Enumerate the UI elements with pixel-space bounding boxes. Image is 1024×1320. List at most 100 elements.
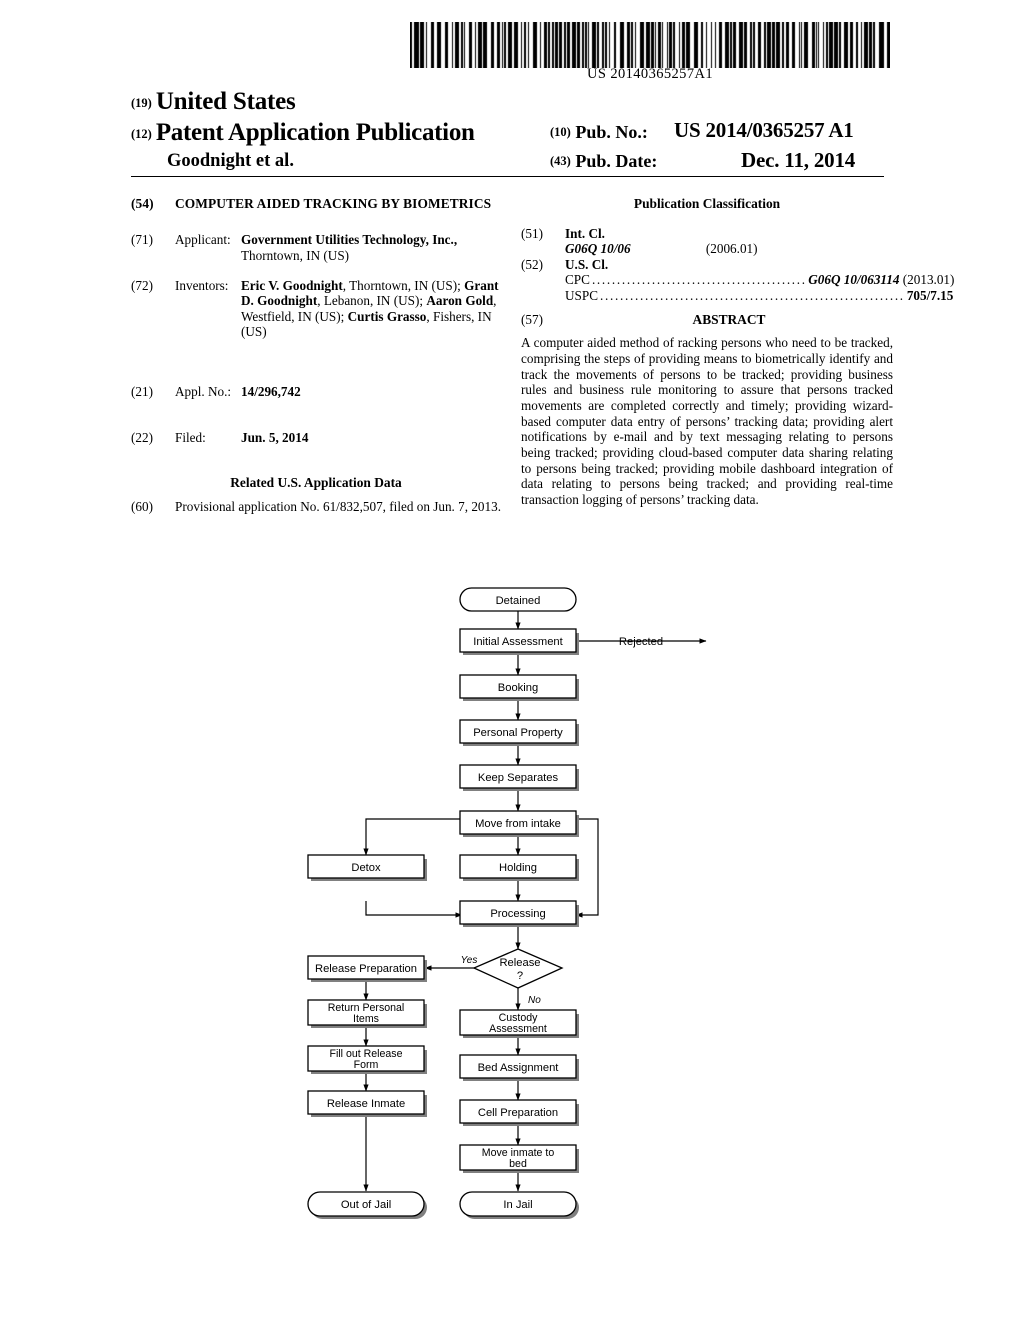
inventors-label: Inventors:	[175, 277, 229, 293]
node-booking-label: Booking	[498, 682, 538, 694]
node-release-preparation-label: Release Preparation	[315, 963, 417, 975]
inventor-name: Aaron Gold	[426, 293, 494, 309]
int-cl-code-value: G06Q 10/06	[565, 241, 631, 257]
doc-type: Patent Application Publication	[155, 119, 475, 146]
pubno-value: US 2014/0365257 A1	[674, 118, 854, 142]
pubno-line: (10) Pub. No.:	[550, 122, 648, 143]
filed-label: Filed:	[175, 429, 206, 445]
publication-classification-heading: Publication Classification	[633, 196, 781, 211]
appl-no-field: (21) Appl. No.: 14/296,742	[131, 384, 501, 400]
cpc-value: G06Q 10/063114	[808, 272, 900, 288]
masthead-divider	[131, 176, 884, 177]
int-cl-field: (51) Int. Cl.	[521, 226, 893, 242]
country-line: (19) United States	[131, 88, 296, 116]
applicant-field: (71) Applicant: Government Utilities Tec…	[131, 232, 501, 263]
process-flowchart: Detained Initial Assessment Rejected Boo…	[0, 560, 1024, 1260]
uspc-label: USPC	[565, 287, 598, 303]
abstract-heading: ABSTRACT	[692, 311, 766, 327]
masthead: (19) United States (12) Patent Applicati…	[131, 88, 884, 172]
node-detained: Detained	[459, 587, 577, 612]
node-move-from-intake: Move from intake	[459, 810, 579, 837]
barcode-image	[410, 22, 890, 68]
node-move-inmate-to-bed: Move inmate to bed	[459, 1144, 579, 1173]
inventor-name: Curtis Grasso	[347, 308, 427, 324]
us-cl-code: (52)	[521, 256, 543, 272]
code-43: (43)	[550, 153, 571, 168]
applicant-name: Government Utilities Technology, Inc.,	[241, 232, 458, 248]
node-return-personal-items-label-2: Items	[353, 1013, 379, 1025]
title-code: (54)	[131, 196, 154, 211]
node-custody-assessment-label-2: Assessment	[489, 1023, 547, 1035]
node-move-inmate-to-bed-label-2: bed	[509, 1158, 527, 1170]
code-10: (10)	[550, 124, 571, 139]
cpc-label: CPC	[565, 272, 590, 288]
node-fill-out-release-form: Fill out Release Form	[307, 1045, 427, 1074]
filed-value: Jun. 5, 2014	[241, 429, 309, 445]
us-cl-label: U.S. Cl.	[565, 256, 609, 272]
barcode	[410, 22, 890, 68]
node-return-personal-items: Return Personal Items	[307, 999, 427, 1028]
node-release-inmate: Release Inmate	[307, 1090, 427, 1117]
int-cl-value: G06Q 10/06 (2006.01)	[565, 241, 893, 257]
bibliographic-right-column: Publication Classification (51) Int. Cl.…	[521, 196, 954, 508]
node-personal-property-label: Personal Property	[473, 727, 563, 739]
node-keep-separates-label: Keep Separates	[478, 772, 559, 784]
appl-no-label: Appl. No.:	[175, 383, 232, 399]
applicant-code: (71)	[131, 232, 153, 248]
node-processing: Processing	[459, 900, 579, 927]
cpc-row: CPC ....................................…	[521, 272, 954, 288]
abstract-text: A computer aided method of racking perso…	[521, 335, 893, 508]
cpc-leader-dots: ........................................…	[591, 272, 807, 288]
node-out-of-jail: Out of Jail	[307, 1191, 427, 1219]
related-code: (60)	[131, 498, 153, 514]
node-initial-assessment-label: Initial Assessment	[473, 636, 563, 648]
node-in-jail-label: In Jail	[503, 1199, 532, 1211]
inventors-list: Eric V. Goodnight, Thorntown, IN (US); G…	[241, 278, 501, 340]
node-booking: Booking	[459, 674, 579, 701]
uspc-leader-dots: ........................................…	[600, 287, 905, 303]
inventors-field: (72) Inventors: Eric V. Goodnight, Thorn…	[131, 278, 501, 340]
int-cl-code: (51)	[521, 225, 543, 241]
node-holding: Holding	[459, 854, 579, 881]
related-text: Provisional application No. 61/832,507, …	[175, 498, 501, 514]
label-no: No	[528, 995, 541, 1006]
label-yes: Yes	[461, 955, 478, 966]
int-cl-version: (2006.01)	[705, 241, 758, 257]
doc-type-line: (12) Patent Application Publication	[131, 119, 475, 147]
uspc-value: 705/7.15	[906, 287, 954, 303]
applicant-value: Government Utilities Technology, Inc., T…	[241, 232, 501, 263]
node-release-decision-label: Release	[499, 957, 540, 969]
author-line: Goodnight et al.	[167, 151, 294, 171]
invention-title: COMPUTER AIDED TRACKING BY BIOMETRICS	[175, 196, 492, 211]
node-detained-label: Detained	[496, 595, 541, 607]
applicant-address: Thorntown, IN (US)	[241, 248, 350, 263]
int-cl-label: Int. Cl.	[565, 225, 605, 241]
bibliographic-left-column: (54) COMPUTER AIDED TRACKING BY BIOMETRI…	[131, 196, 501, 514]
node-initial-assessment: Initial Assessment	[459, 628, 579, 655]
inventor-name: Eric V. Goodnight	[241, 277, 343, 293]
cpc-version: (2013.01)	[902, 272, 955, 288]
us-cl-field: (52) U.S. Cl.	[521, 257, 893, 273]
code-12: (12)	[131, 126, 152, 141]
node-detox-label: Detox	[351, 862, 381, 874]
node-cell-preparation-label: Cell Preparation	[478, 1107, 558, 1119]
int-cl-value-row: G06Q 10/06 (2006.01)	[521, 241, 893, 257]
label-rejected: Rejected	[619, 636, 663, 648]
abstract-code: (57)	[521, 311, 543, 327]
node-release-decision-mark: ?	[517, 970, 523, 982]
invention-title-field: (54) COMPUTER AIDED TRACKING BY BIOMETRI…	[131, 196, 501, 212]
node-fill-out-release-form-label-2: Form	[354, 1059, 379, 1071]
node-detox: Detox	[307, 854, 427, 881]
appl-no-code: (21)	[131, 383, 153, 399]
pubdate-label: Pub. Date:	[575, 151, 658, 171]
abstract-heading-row: (57) ABSTRACT	[521, 312, 893, 328]
node-out-of-jail-label: Out of Jail	[341, 1199, 391, 1211]
barcode-number: US 20140365257A1	[586, 66, 714, 82]
uspc-row: USPC ...................................…	[521, 287, 953, 304]
pubdate-line: (43) Pub. Date:	[550, 151, 657, 172]
inventor-address: , Lebanon, IN (US);	[317, 293, 424, 309]
node-release-preparation: Release Preparation	[307, 955, 427, 982]
pubdate-value: Dec. 11, 2014	[741, 148, 856, 172]
country-name: United States	[155, 88, 296, 115]
node-in-jail: In Jail	[459, 1191, 579, 1219]
